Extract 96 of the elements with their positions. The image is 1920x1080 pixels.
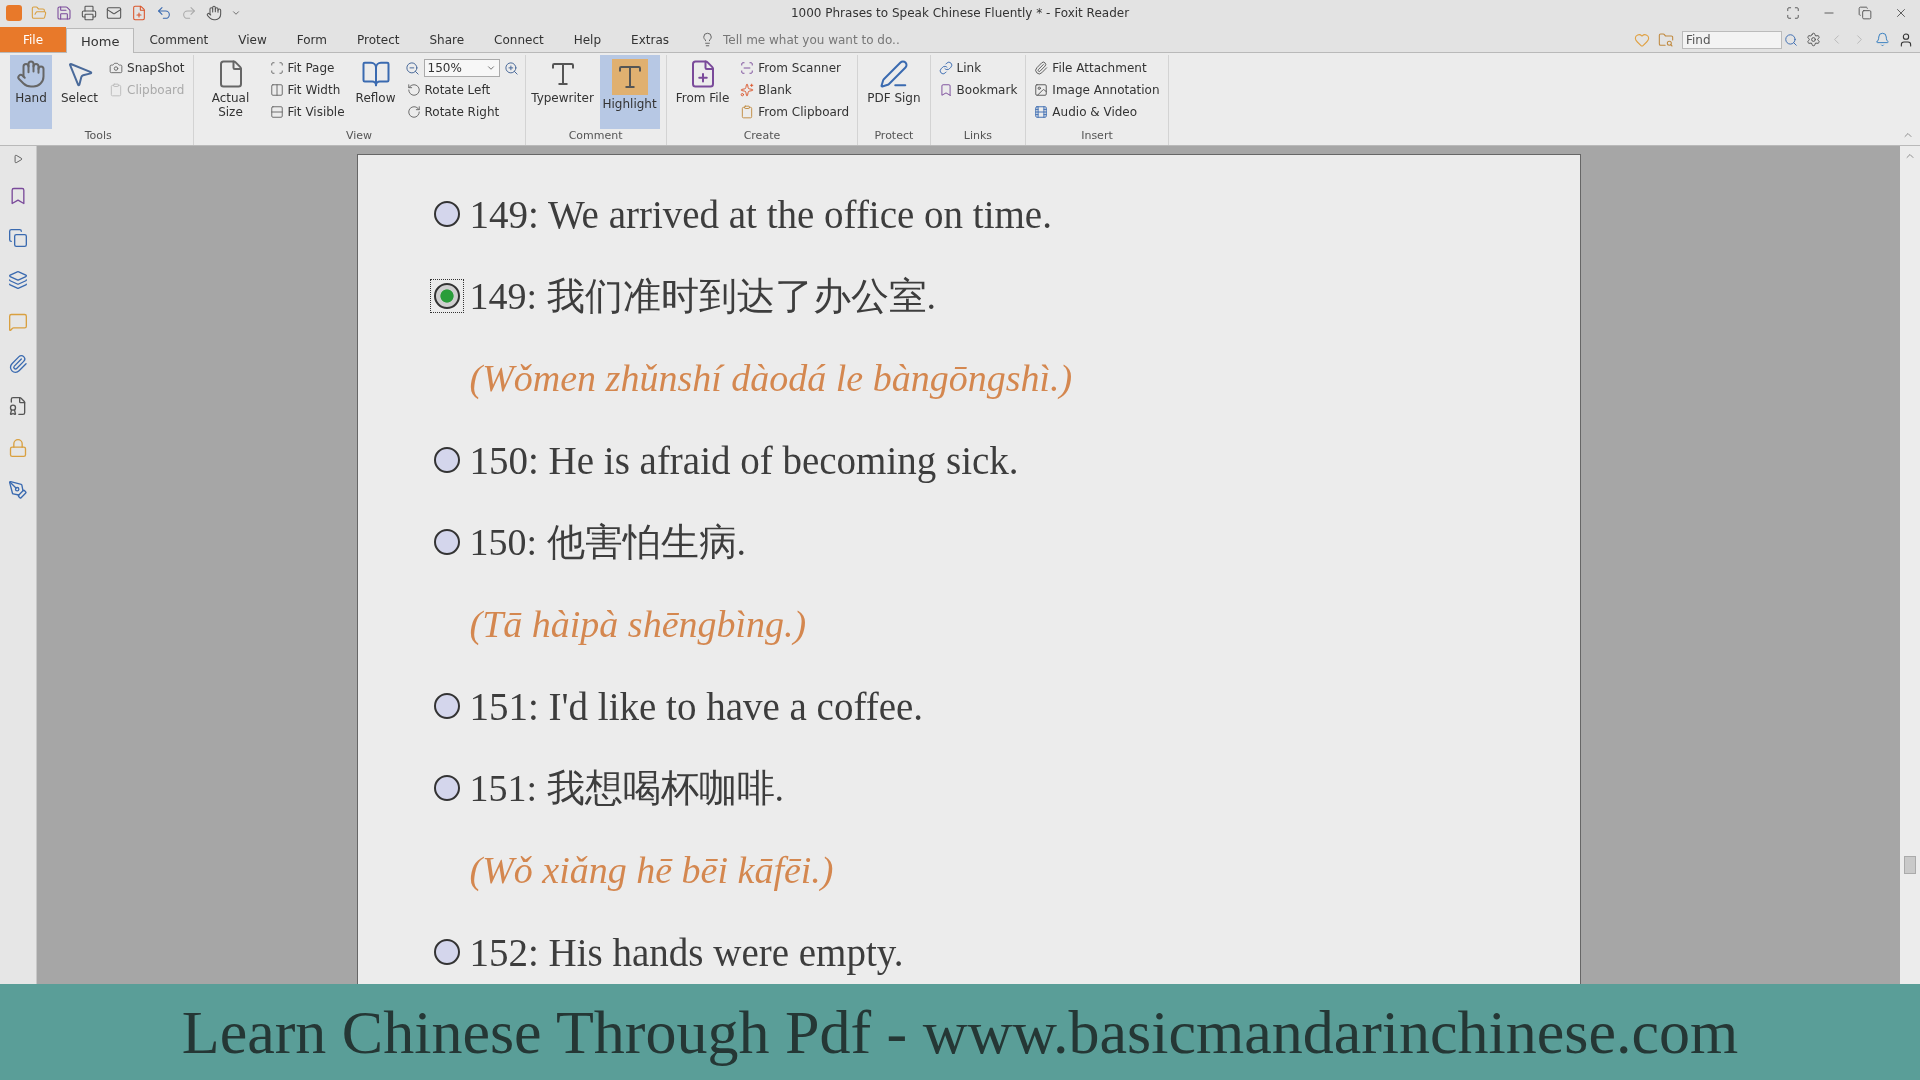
ribbon-button[interactable]: PDF Sign: [864, 55, 924, 129]
ribbon-button[interactable]: Typewriter: [531, 55, 594, 129]
hand-icon[interactable]: [206, 5, 222, 21]
user-icon[interactable]: [1898, 31, 1914, 48]
banner-text: Learn Chinese Through Pdf - www.basicmandarinchinese.com: [181, 996, 1739, 1068]
radio-button[interactable]: [429, 279, 464, 313]
settings-icon[interactable]: [1806, 32, 1821, 47]
film-icon: [1034, 105, 1049, 119]
ribbon-button[interactable]: Fit Width: [267, 80, 347, 100]
find-field[interactable]: Find: [1682, 30, 1782, 49]
ribbon-button[interactable]: Image Annotation: [1032, 80, 1162, 100]
group-label: View: [344, 129, 374, 144]
ribbon-tab[interactable]: View: [223, 27, 282, 52]
rotate-left-icon: [406, 83, 421, 97]
search-icon[interactable]: [1784, 32, 1798, 47]
image-icon: [1034, 83, 1049, 97]
phrase-text: 150: He is afraid of becoming sick.: [469, 437, 1019, 483]
bookmark-icon: [938, 83, 953, 97]
phrase-text: 151: 我想喝杯咖啡.: [469, 765, 785, 811]
bell-icon[interactable]: [1875, 32, 1890, 47]
ribbon-tab[interactable]: Connect: [479, 27, 559, 52]
ribbon-button[interactable]: Actual Size: [199, 55, 262, 129]
clipboard-icon: [109, 83, 124, 97]
fullscreen-icon[interactable]: [1786, 6, 1800, 20]
phrase-text: 150: 他害怕生病.: [469, 519, 747, 565]
group-label: Links: [962, 129, 994, 144]
ribbon-tab[interactable]: Extras: [616, 27, 684, 52]
group-label: Protect: [873, 129, 915, 144]
clipboard-icon: [740, 105, 755, 119]
ribbon-tab[interactable]: Form: [281, 27, 342, 52]
ribbon-tab[interactable]: Protect: [342, 27, 415, 52]
ribbon-button[interactable]: Reflow: [352, 55, 399, 129]
group-label: Create: [742, 129, 782, 144]
ribbon-button[interactable]: Blank: [738, 80, 852, 100]
pen-icon: [878, 59, 909, 89]
folder-search-icon[interactable]: [1658, 31, 1674, 48]
phrase-text: 151: I'd like to have a coffee.: [469, 683, 924, 729]
ribbon-button[interactable]: Fit Visible: [267, 102, 347, 122]
scanner-icon: [740, 61, 755, 75]
ribbon-button[interactable]: From Scanner: [738, 58, 852, 78]
certificate-icon[interactable]: [8, 396, 28, 416]
ribbon-tab[interactable]: Help: [558, 27, 617, 52]
group-label: Comment: [567, 129, 624, 144]
ribbon-button[interactable]: Audio & Video: [1032, 102, 1162, 122]
phrase-text: 152: His hands were empty.: [469, 929, 904, 975]
pinyin-text: (Wǒ xiǎng hē bēi kāfēi.): [469, 848, 834, 892]
close-icon[interactable]: [1894, 6, 1908, 20]
mail-icon[interactable]: [106, 5, 122, 21]
ribbon-button[interactable]: Fit Page: [267, 58, 347, 78]
ribbon-button[interactable]: Hand: [10, 55, 52, 129]
reflow-icon: [360, 59, 391, 89]
zoom-dropdown[interactable]: 150%: [423, 59, 500, 77]
sparkle-icon: [740, 83, 755, 97]
paperclip-icon[interactable]: [8, 354, 28, 374]
window-title: 1000 Phrases to Speak Chinese Fluently * - Foxit Reader: [790, 6, 1130, 20]
ribbon-button[interactable]: Select: [58, 55, 102, 129]
ribbon-button[interactable]: SnapShot: [107, 58, 187, 78]
link-icon: [938, 61, 953, 75]
ribbon-button[interactable]: From File: [672, 55, 733, 129]
hand-icon: [16, 59, 46, 89]
ribbon-button[interactable]: Rotate Left: [404, 80, 519, 100]
scroll-thumb[interactable]: [1904, 856, 1916, 874]
group-label: Insert: [1080, 129, 1114, 144]
ribbon-tab[interactable]: Comment: [134, 27, 224, 52]
paperclip-icon: [1034, 61, 1049, 75]
group-label: Tools: [83, 129, 113, 144]
zoom-out-icon[interactable]: [404, 60, 420, 76]
pen-icon[interactable]: [8, 480, 28, 500]
ribbon-button[interactable]: Link: [936, 58, 1020, 78]
expand-icon[interactable]: [13, 154, 23, 164]
phrase-text: 149: We arrived at the office on time.: [469, 191, 1052, 237]
zoom-in-icon[interactable]: [503, 60, 519, 76]
caret-icon[interactable]: [231, 8, 241, 18]
layers-icon[interactable]: [8, 270, 28, 290]
print-icon[interactable]: [81, 5, 97, 21]
phrase-text: 149: 我们准时到达了办公室.: [469, 273, 937, 319]
pinyin-text: (Tā hàipà shēngbìng.): [469, 602, 807, 646]
lightbulb-icon: [700, 32, 715, 47]
save-icon[interactable]: [56, 5, 72, 21]
ribbon-button[interactable]: Highlight: [599, 55, 660, 129]
ribbon-button[interactable]: File Attachment: [1032, 58, 1162, 78]
ribbon-tab[interactable]: Home: [66, 28, 135, 53]
ribbon-button[interactable]: Bookmark: [936, 80, 1020, 100]
app-logo-icon: [6, 5, 22, 21]
ribbon-button[interactable]: From Clipboard: [738, 102, 852, 122]
ribbon-tab[interactable]: Share: [414, 27, 480, 52]
pages-icon[interactable]: [8, 228, 28, 248]
ribbon-button[interactable]: Rotate Right: [404, 102, 519, 122]
undo-icon[interactable]: [156, 5, 172, 21]
new-file-icon[interactable]: [131, 5, 147, 21]
pinyin-text: (Wǒmen zhǔnshí dàodá le bàngōngshì.): [469, 356, 1073, 400]
restore-icon[interactable]: [1858, 6, 1872, 20]
tell-me-field[interactable]: Tell me what you want to do..: [723, 32, 900, 47]
camera-icon: [109, 61, 124, 75]
rotate-right-icon: [406, 105, 421, 119]
caret-icon: [485, 63, 496, 73]
